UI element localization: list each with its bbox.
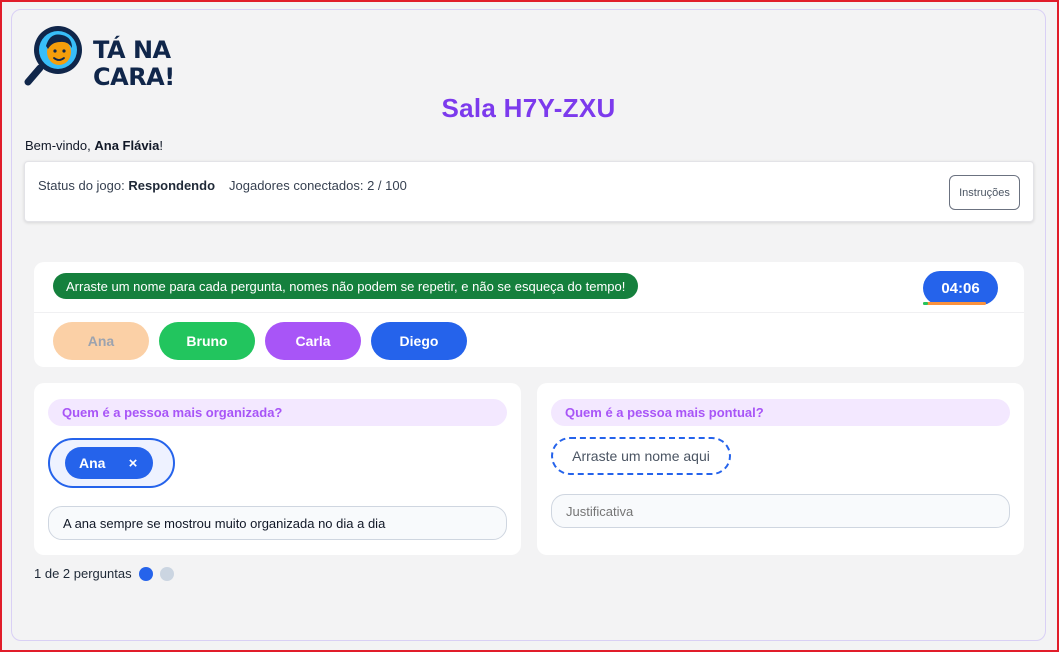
logo-text: TÁ NA CARA! (93, 36, 175, 91)
instructions-button[interactable]: Instruções (949, 175, 1020, 210)
welcome-message: Bem-vindo, Ana Flávia! (25, 138, 163, 153)
status-panel: Status do jogo: Respondendo Jogadores con… (24, 161, 1034, 222)
welcome-prefix: Bem-vindo, (25, 138, 95, 153)
name-chips: Ana Bruno Carla Diego (53, 322, 467, 360)
user-name: Ana Flávia (94, 138, 160, 153)
justification-input[interactable] (48, 506, 507, 540)
question-card-2: Quem é a pessoa mais pontual? Arraste um… (537, 383, 1024, 555)
timer-progress-fill (923, 302, 929, 305)
placed-name-chip[interactable]: Ana × (65, 447, 153, 479)
name-chip-ana[interactable]: Ana (53, 322, 149, 360)
app-logo: TÁ NA CARA! (24, 22, 184, 91)
answer-drop-zone[interactable]: Ana × (48, 438, 175, 488)
status-line: Status do jogo: Respondendo Jogadores con… (38, 178, 407, 193)
question-title: Quem é a pessoa mais organizada? (48, 399, 507, 426)
magnifier-face-icon (24, 26, 82, 86)
name-chip-bruno[interactable]: Bruno (159, 322, 255, 360)
game-status-label: Status do jogo: (38, 178, 129, 193)
question-pager: 1 de 2 perguntas (34, 566, 174, 581)
question-title: Quem é a pessoa mais pontual? (551, 399, 1010, 426)
room-title: Sala H7Y-ZXU (441, 93, 616, 123)
question-card-1: Quem é a pessoa mais organizada? Ana × (34, 383, 521, 555)
names-panel: Arraste um nome para cada pergunta, nome… (34, 262, 1024, 367)
welcome-suffix: ! (159, 138, 164, 153)
name-chip-carla[interactable]: Carla (265, 322, 361, 360)
answer-drop-zone[interactable]: Arraste um nome aqui (551, 437, 731, 475)
players-label: Jogadores conectados: (229, 178, 368, 193)
countdown-timer: 04:06 (923, 271, 998, 305)
placed-name-label: Ana (79, 455, 106, 471)
pager-label: 1 de 2 perguntas (34, 566, 132, 581)
timer-progress-bar (923, 302, 986, 305)
app-container: TÁ NA CARA! Sala H7Y-ZXU Bem-vindo, Ana … (11, 9, 1046, 641)
justification-input[interactable] (551, 494, 1010, 528)
pager-dot-1[interactable] (138, 566, 153, 581)
game-status-value: Respondendo (128, 178, 216, 193)
remove-icon[interactable]: × (121, 447, 145, 479)
pager-dot-2[interactable] (159, 566, 174, 581)
instruction-hint: Arraste um nome para cada pergunta, nome… (53, 273, 639, 299)
players-count: 2 / 100 (367, 178, 407, 193)
name-chip-diego[interactable]: Diego (371, 322, 467, 360)
